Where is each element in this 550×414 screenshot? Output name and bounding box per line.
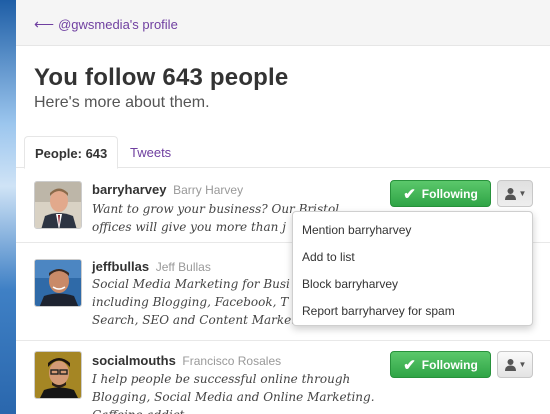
full-name: Francisco Rosales <box>182 354 282 368</box>
menu-item-block[interactable]: Block barryharvey <box>293 270 532 297</box>
full-name: Barry Harvey <box>173 183 244 197</box>
following-label: Following <box>421 186 478 201</box>
back-to-profile-link[interactable]: ⟵ @gwsmedia's profile <box>34 16 178 33</box>
following-button[interactable]: ✔ Following <box>390 180 491 207</box>
tab-bar: People: 643 Tweets <box>16 136 550 169</box>
screen-name[interactable]: jeffbullas <box>92 259 149 274</box>
checkmark-icon: ✔ <box>403 185 416 203</box>
user-actions-dropdown: Mention barryharvey Add to list Block ba… <box>292 211 533 326</box>
bio-line: I help people be successful online throu… <box>92 372 351 386</box>
menu-item-mention[interactable]: Mention barryharvey <box>293 216 532 243</box>
page-background <box>0 0 16 414</box>
bio-line: Blogging, Social Media and Online Market… <box>92 390 375 414</box>
person-icon <box>504 188 516 200</box>
person-icon <box>504 359 516 371</box>
page-header: You follow 643 people Here's more about … <box>16 46 550 136</box>
user-row-socialmouths: socialmouths Francisco Rosales I help pe… <box>16 341 550 414</box>
screen-name[interactable]: barryharvey <box>92 182 166 197</box>
page-title: You follow 643 people <box>34 64 289 91</box>
menu-item-report-spam[interactable]: Report barryharvey for spam <box>293 297 532 324</box>
following-label: Following <box>421 357 478 372</box>
menu-item-add-to-list[interactable]: Add to list <box>293 243 532 270</box>
chevron-down-icon: ▼ <box>518 360 527 369</box>
screen-name[interactable]: socialmouths <box>92 353 176 368</box>
checkmark-icon: ✔ <box>403 356 416 374</box>
chevron-down-icon: ▼ <box>518 189 527 198</box>
user-name-line: jeffbullas Jeff Bullas <box>92 259 211 274</box>
user-name-line: barryharvey Barry Harvey <box>92 182 243 197</box>
user-actions-button[interactable]: ▼ <box>497 351 533 378</box>
user-bio: I help people be successful online throu… <box>92 370 422 414</box>
user-actions-button[interactable]: ▼ <box>497 180 533 207</box>
back-link-label: @gwsmedia's profile <box>58 17 178 32</box>
full-name: Jeff Bullas <box>155 260 211 274</box>
user-name-line: socialmouths Francisco Rosales <box>92 353 281 368</box>
tab-people[interactable]: People: 643 <box>24 136 119 169</box>
avatar[interactable] <box>34 259 82 307</box>
following-button[interactable]: ✔ Following <box>390 351 491 378</box>
page-subtitle: Here's more about them. <box>34 94 210 111</box>
avatar[interactable] <box>34 351 82 399</box>
tab-tweets[interactable]: Tweets <box>120 136 181 168</box>
left-arrow-icon: ⟵ <box>34 16 55 32</box>
profile-panel: ⟵ @gwsmedia's profile You follow 643 peo… <box>16 0 550 414</box>
top-bar: ⟵ @gwsmedia's profile <box>16 0 550 46</box>
avatar[interactable] <box>34 181 82 229</box>
